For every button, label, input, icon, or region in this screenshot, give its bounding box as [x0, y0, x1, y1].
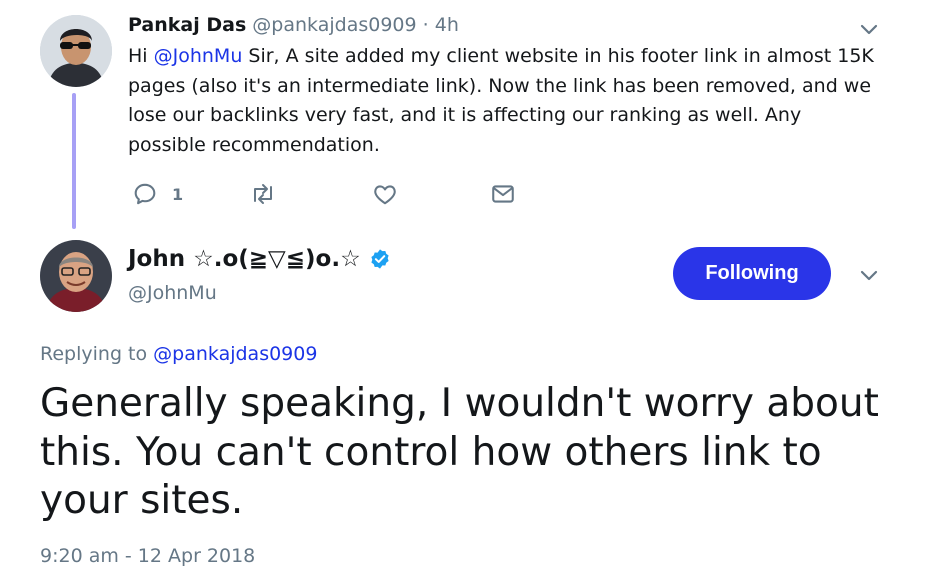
- header-separator: ·: [422, 14, 429, 36]
- replying-handle-link[interactable]: @pankajdas0909: [153, 343, 317, 365]
- parent-text-prefix: Hi: [128, 45, 154, 67]
- main-author-name-row: John ☆.o(≧▽≦)o.☆: [128, 244, 391, 274]
- reply-button[interactable]: 1: [132, 178, 183, 210]
- thread-connector-line: [72, 93, 76, 229]
- main-tweet-text: Generally speaking, I wouldn't worry abo…: [40, 381, 879, 523]
- like-button[interactable]: [372, 178, 398, 210]
- parent-tweet-text: Hi @JohnMu Sir, A site added my client w…: [128, 42, 878, 160]
- direct-message-icon: [490, 181, 516, 207]
- replying-to: Replying to @pankajdas0909: [40, 341, 317, 367]
- following-button[interactable]: Following: [673, 247, 831, 300]
- replying-label: Replying to: [40, 343, 154, 365]
- parent-tweet-time[interactable]: 4h: [435, 14, 459, 36]
- mention-link[interactable]: @JohnMu: [154, 45, 243, 67]
- tweet-timestamp[interactable]: 9:20 am - 12 Apr 2018: [40, 543, 255, 569]
- avatar-john-mu[interactable]: [40, 240, 112, 312]
- verified-badge-icon: [369, 248, 391, 270]
- parent-author-handle[interactable]: @pankajdas0909: [252, 14, 416, 36]
- main-author-name[interactable]: John ☆.o(≧▽≦)o.☆: [128, 244, 361, 274]
- like-icon: [372, 181, 398, 207]
- avatar-image: [40, 240, 112, 312]
- reply-count: 1: [172, 184, 184, 204]
- parent-tweet-header: Pankaj Das @pankajdas0909 · 4h: [128, 12, 459, 38]
- retweet-icon: [248, 181, 278, 207]
- parent-author-name[interactable]: Pankaj Das: [128, 14, 246, 36]
- avatar-pankaj-das[interactable]: [40, 15, 112, 87]
- parent-more-chevron-icon[interactable]: [858, 18, 880, 40]
- avatar-image: [40, 15, 112, 87]
- direct-message-button[interactable]: [490, 178, 516, 210]
- main-more-chevron-icon[interactable]: [858, 264, 880, 286]
- reply-icon: [132, 181, 158, 207]
- retweet-button[interactable]: [248, 178, 278, 210]
- main-author-handle[interactable]: @JohnMu: [128, 280, 217, 306]
